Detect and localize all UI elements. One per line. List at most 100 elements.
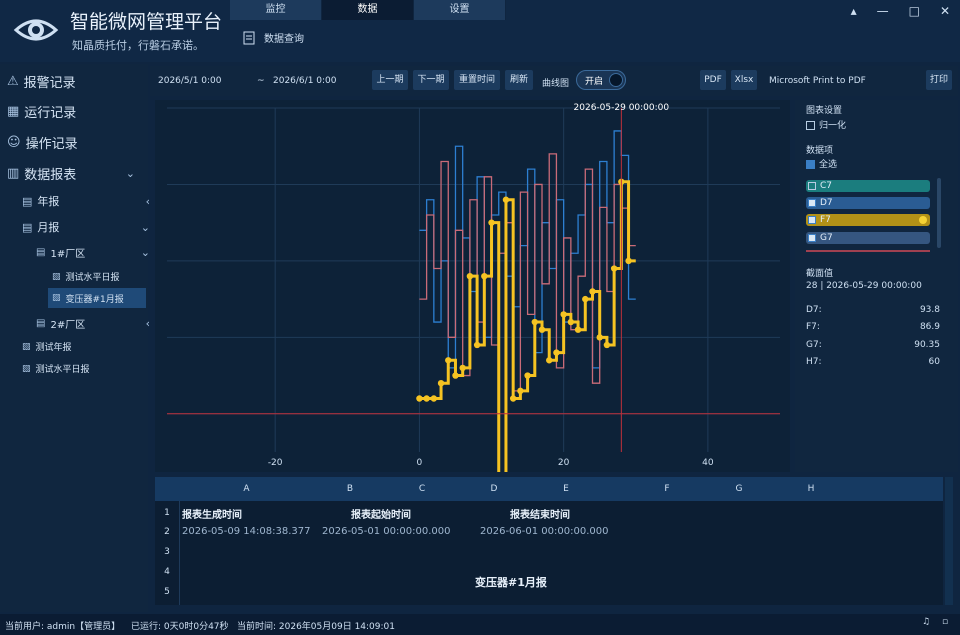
data-point bbox=[430, 395, 438, 402]
eye-logo-icon bbox=[13, 19, 59, 41]
tab-settings[interactable]: 设置 bbox=[414, 0, 506, 20]
sidebar-item-transformer[interactable]: ▧ 变压器#1月报 bbox=[48, 288, 146, 308]
data-point bbox=[423, 395, 430, 402]
toolbar: 2026/5/1 0:00 ~ 2026/6/1 0:00 上一期 下一期 重置… bbox=[150, 66, 958, 96]
pdf-button[interactable]: PDF bbox=[700, 70, 726, 90]
printer-select[interactable]: Microsoft Print to PDF bbox=[769, 76, 866, 86]
minimize-icon[interactable]: — bbox=[877, 4, 889, 18]
data-query-link[interactable]: 数据查询 bbox=[264, 30, 304, 45]
data-point bbox=[488, 219, 495, 226]
series-item-f7[interactable]: F7 bbox=[806, 214, 930, 226]
normalize-checkbox[interactable]: 归一化 bbox=[806, 118, 846, 131]
x-tick-label: 40 bbox=[702, 458, 714, 468]
row-header[interactable]: 3 bbox=[155, 547, 179, 557]
current-time: 当前时间: 2026年05月09日 14:09:01 bbox=[237, 622, 395, 632]
row-header[interactable]: 2 bbox=[155, 527, 179, 537]
report-icon: ▧ bbox=[52, 271, 61, 282]
sidebar-item-year[interactable]: ▤ 年报 ‹ bbox=[22, 193, 150, 209]
folder-icon: ▤ bbox=[22, 194, 33, 208]
value-row-h7: H7: 60 bbox=[806, 357, 940, 367]
curve-toggle[interactable]: 开启 bbox=[576, 70, 626, 90]
next-period-button[interactable]: 下一期 bbox=[413, 70, 449, 90]
tab-monitor[interactable]: 监控 bbox=[230, 0, 322, 20]
data-point bbox=[481, 272, 488, 280]
status-bar: 当前用户: admin【管理员】 已运行: 0天0时0分47秒 当前时间: 20… bbox=[0, 614, 960, 635]
xlsx-button[interactable]: Xlsx bbox=[731, 70, 757, 90]
cell-end-time-header[interactable]: 报表结束时间 bbox=[510, 506, 570, 521]
sidebar-item-factory1[interactable]: ▤ 1#厂区 ⌄ bbox=[36, 245, 150, 260]
data-point bbox=[445, 357, 452, 364]
data-point bbox=[531, 318, 538, 326]
sheet-scrollbar[interactable] bbox=[945, 477, 953, 605]
checkmark-icon bbox=[808, 215, 816, 224]
prev-period-button[interactable]: 上一期 bbox=[372, 70, 408, 90]
series-scrollbar[interactable] bbox=[937, 178, 941, 248]
sidebar-item-report[interactable]: ▥ 数据报表 ⌄ bbox=[7, 164, 147, 183]
column-header[interactable]: C bbox=[386, 484, 458, 494]
bell-icon[interactable]: ♫ bbox=[922, 617, 930, 627]
data-point bbox=[589, 288, 596, 295]
column-header[interactable]: G bbox=[703, 484, 775, 494]
sidebar-item-test-year[interactable]: ▧ 测试年报 bbox=[22, 340, 72, 354]
report-title-cell[interactable]: 变压器#1月报 bbox=[475, 574, 547, 590]
alarm-icon: ⚠ bbox=[7, 74, 19, 89]
running-time: 已运行: 0天0时0分47秒 bbox=[131, 622, 229, 632]
sidebar-item-run[interactable]: ▦ 运行记录 bbox=[7, 102, 76, 121]
column-header-row: A B C D E F G H bbox=[155, 477, 943, 501]
series-item-g7[interactable]: G7 bbox=[806, 232, 930, 244]
cell-start-time[interactable]: 2026-05-01 00:00:00.000 bbox=[322, 526, 450, 537]
sidebar-item-alarm[interactable]: ⚠ 报警记录 bbox=[7, 72, 76, 91]
cell-gen-time-header[interactable]: 报表生成时间 bbox=[182, 506, 242, 521]
select-all-checkbox[interactable]: 全选 bbox=[806, 157, 837, 170]
report-sheet[interactable]: A B C D E F G H 1 2 3 4 5 报表生成时间 报表起始时间 … bbox=[155, 477, 943, 605]
sidebar-item-factory2[interactable]: ▤ 2#厂区 ‹ bbox=[36, 316, 150, 331]
chevron-down-icon: ⌄ bbox=[140, 220, 150, 234]
tab-data[interactable]: 数据 bbox=[322, 0, 414, 20]
data-point bbox=[466, 272, 474, 280]
close-icon[interactable]: ✕ bbox=[940, 4, 950, 18]
user-icon: ☺ bbox=[7, 135, 21, 150]
highlight-dot-icon bbox=[919, 216, 927, 224]
data-point bbox=[459, 364, 466, 372]
maximize-icon[interactable]: □ bbox=[909, 4, 920, 18]
column-header[interactable]: D bbox=[458, 484, 530, 494]
cell-gen-time[interactable]: 2026-05-09 14:08:38.377 bbox=[182, 526, 310, 537]
app-title: 智能微网管理平台 bbox=[70, 11, 223, 33]
data-point bbox=[517, 387, 524, 395]
column-header[interactable]: B bbox=[314, 484, 386, 494]
cell-start-time-header[interactable]: 报表起始时间 bbox=[351, 506, 411, 521]
settings-icon[interactable]: ▫ bbox=[942, 617, 948, 627]
folder-icon: ▤ bbox=[22, 220, 33, 234]
sidebar-item-test-water[interactable]: ▧ 测试水平日报 bbox=[52, 270, 120, 284]
column-header[interactable]: A bbox=[179, 484, 314, 494]
cell-end-time[interactable]: 2026-06-01 00:00:00.000 bbox=[480, 526, 608, 537]
x-tick-label: -20 bbox=[268, 458, 283, 468]
sidebar-item-month[interactable]: ▤ 月报 ⌄ bbox=[22, 219, 150, 235]
row-header[interactable]: 1 bbox=[155, 508, 179, 518]
sidebar-item-test-daily[interactable]: ▧ 测试水平日报 bbox=[22, 362, 90, 376]
column-header[interactable]: H bbox=[775, 484, 847, 494]
column-header[interactable]: E bbox=[530, 484, 602, 494]
data-point bbox=[416, 395, 423, 402]
data-point bbox=[452, 372, 459, 379]
sidebar: ⚠ 报警记录 ▦ 运行记录 ☺ 操作记录 ▥ 数据报表 ⌄ ▤ 年报 ‹ ▤ 月报 ⌄ ▤ 1#厂区… bbox=[0, 64, 150, 612]
start-date-input[interactable]: 2026/5/1 0:00 bbox=[158, 76, 222, 86]
data-point bbox=[582, 295, 589, 303]
row-header[interactable]: 4 bbox=[155, 567, 179, 577]
data-point bbox=[603, 341, 611, 349]
checkmark-icon bbox=[808, 198, 816, 207]
end-date-input[interactable]: 2026/6/1 0:00 bbox=[273, 76, 337, 86]
line-chart[interactable]: 2026-05-29 00:00:00 -20 0 20 40 bbox=[155, 100, 790, 479]
pin-icon[interactable]: ▴ bbox=[851, 4, 857, 18]
report-icon: ▧ bbox=[52, 293, 61, 303]
sidebar-item-operation[interactable]: ☺ 操作记录 bbox=[7, 133, 78, 152]
series-item-c7[interactable]: C7 bbox=[806, 180, 930, 192]
data-point bbox=[553, 349, 560, 356]
reset-time-button[interactable]: 重置时间 bbox=[454, 70, 500, 90]
column-header[interactable]: F bbox=[631, 484, 703, 494]
report-icon: ▧ bbox=[22, 341, 31, 352]
row-header[interactable]: 5 bbox=[155, 587, 179, 597]
print-button[interactable]: 打印 bbox=[926, 70, 952, 90]
series-item-d7[interactable]: D7 bbox=[806, 197, 930, 209]
refresh-button[interactable]: 刷新 bbox=[505, 70, 533, 90]
